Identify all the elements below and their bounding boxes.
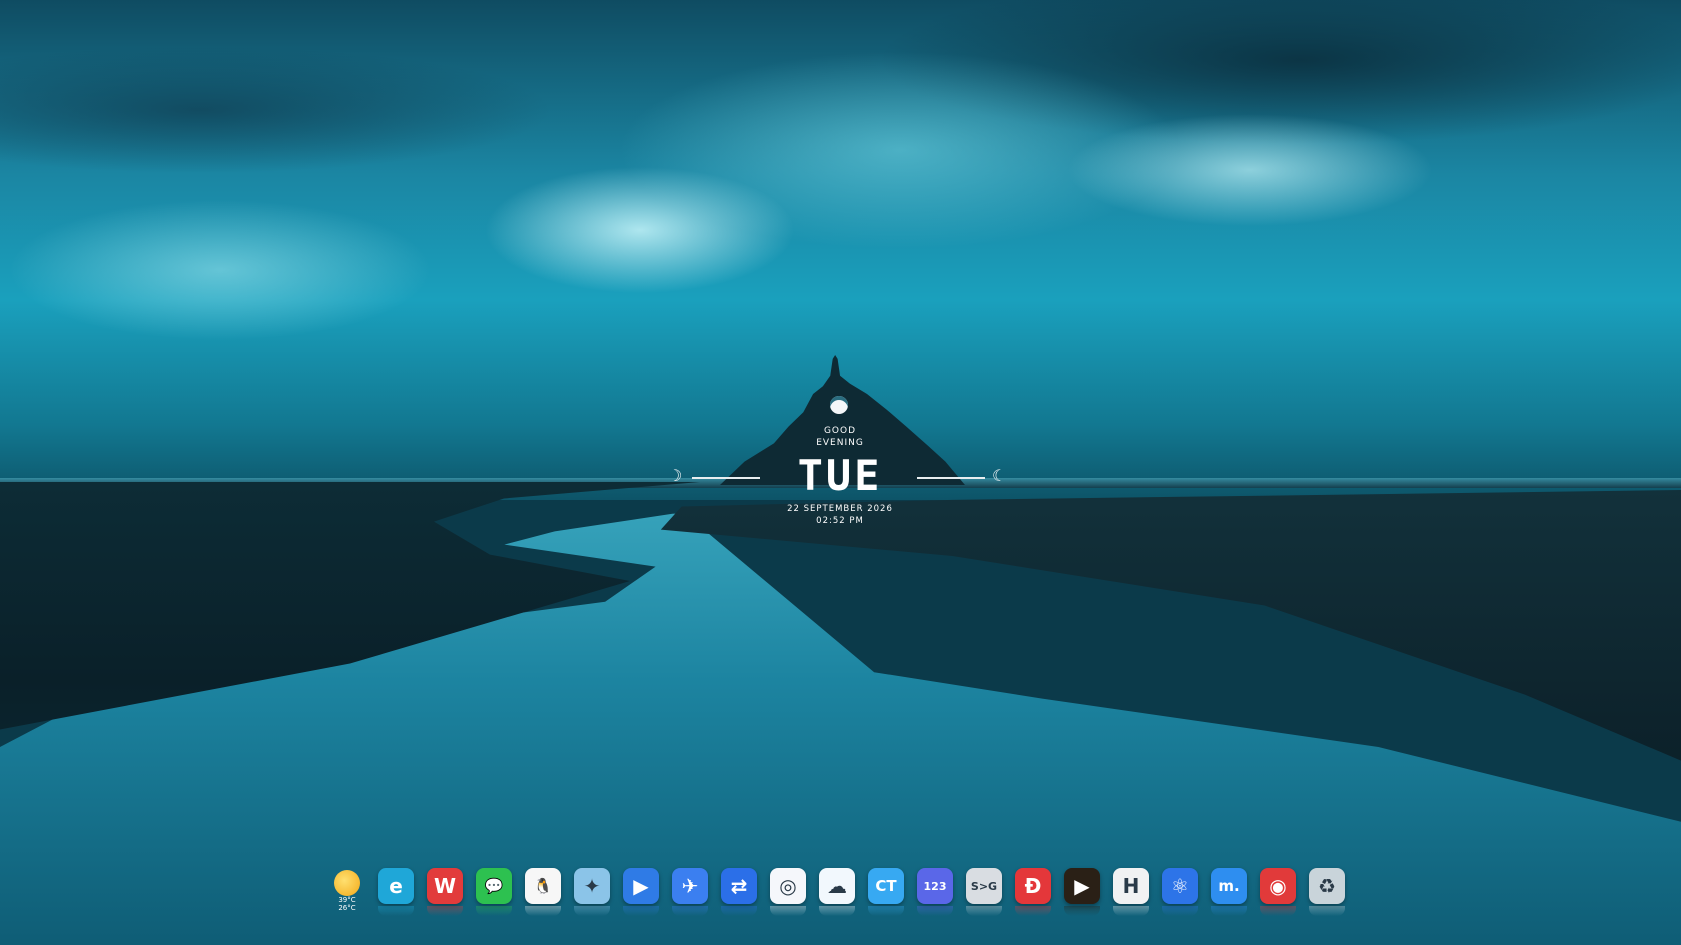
greeting: GOOD EVENING xyxy=(790,425,890,449)
play-circle-icon: ▶ xyxy=(633,874,649,898)
weather-widget[interactable]: 39°C 26°C xyxy=(329,868,365,912)
dock-reflection xyxy=(1064,906,1100,916)
hbuilder-icon: H xyxy=(1122,874,1140,898)
crescent-left-icon: ☽ xyxy=(668,466,683,485)
greeting-line2: EVENING xyxy=(816,438,864,448)
dock-app-transfer[interactable]: ⇄ xyxy=(721,868,757,904)
dock-reflection xyxy=(672,906,708,916)
dock-reflection xyxy=(1260,906,1296,916)
bird-icon: ✈ xyxy=(681,874,699,898)
dock-reflection xyxy=(770,906,806,916)
crescent-right-icon: ☾ xyxy=(992,466,1007,485)
cloud-icon: ☁ xyxy=(827,874,847,898)
day-of-week: TUE xyxy=(797,451,883,500)
camera-icon: ◉ xyxy=(1269,874,1287,898)
dock-reflection xyxy=(1015,906,1051,916)
dock-app-feishu[interactable]: ✈ xyxy=(672,868,708,904)
dock-reflection xyxy=(378,906,414,916)
divider-left xyxy=(692,477,760,479)
dock-app-recycle-bin[interactable]: ♻ xyxy=(1309,868,1345,904)
dock-app-wechat[interactable]: 💬 xyxy=(476,868,512,904)
dock-reflection xyxy=(623,906,659,916)
dock-app-qq[interactable]: 🐧 xyxy=(525,868,561,904)
dock-reflection xyxy=(427,906,463,916)
qq-penguin-icon: 🐧 xyxy=(533,877,553,895)
dock-app-vpn[interactable]: ⚛ xyxy=(1162,868,1198,904)
dock-app-capture[interactable]: ◉ xyxy=(1260,868,1296,904)
edge-icon: e xyxy=(389,874,403,898)
moon-icon xyxy=(830,396,848,414)
wechat-icon: 💬 xyxy=(484,877,504,895)
time-text: 02:52 PM xyxy=(816,516,864,526)
clock-widget: GOOD EVENING ☽ TUE ☾ 22 SEPTEMBER 2026 0… xyxy=(640,390,1040,530)
number-icon: 123 xyxy=(923,879,947,893)
dock-app-ct[interactable]: CT xyxy=(868,868,904,904)
dock-reflection xyxy=(868,906,904,916)
weather-temp-high: 39°C xyxy=(338,896,356,904)
wps-icon: W xyxy=(433,874,457,898)
dock-app-player[interactable]: ▶ xyxy=(623,868,659,904)
dock: 39°C 26°C e W 💬 🐧 ✦ ▶ ✈ ⇄ ◎ ☁ CT 123 S>G Ð ▶ H ⚛ m. ◉ ♻ xyxy=(329,868,1349,918)
dock-reflection xyxy=(1162,906,1198,916)
dock-reflection xyxy=(917,906,953,916)
sun-icon xyxy=(334,870,360,896)
terminal-icon: S>G xyxy=(970,879,998,893)
dock-reflection xyxy=(819,906,855,916)
dock-app-pdf[interactable]: Ð xyxy=(1015,868,1051,904)
dock-reflection xyxy=(476,906,512,916)
transfer-arrows-icon: ⇄ xyxy=(730,874,748,898)
greeting-line1: GOOD xyxy=(823,426,857,436)
dock-app-baidu-netdisk[interactable]: ◎ xyxy=(770,868,806,904)
dock-reflection xyxy=(966,906,1002,916)
cloud-circles-icon: ◎ xyxy=(779,874,797,898)
dock-app-potplayer[interactable]: ▶ xyxy=(1064,868,1100,904)
weather-temp-low: 26°C xyxy=(338,904,356,912)
weather-temperature: 39°C 26°C xyxy=(327,896,367,912)
dock-app-mx[interactable]: m. xyxy=(1211,868,1247,904)
divider-right xyxy=(917,477,985,479)
atom-icon: ⚛ xyxy=(1171,874,1189,898)
mx-icon: m. xyxy=(1218,877,1240,895)
dock-app-cleaner[interactable]: ✦ xyxy=(574,868,610,904)
broom-icon: ✦ xyxy=(583,874,601,898)
dock-app-123pan[interactable]: 123 xyxy=(917,868,953,904)
dock-app-hbuilder[interactable]: H xyxy=(1113,868,1149,904)
dock-reflection xyxy=(1211,906,1247,916)
dock-app-terminal[interactable]: S>G xyxy=(966,868,1002,904)
dock-reflection xyxy=(1309,906,1345,916)
date-text: 22 SEPTEMBER 2026 xyxy=(787,504,893,514)
recycle-bin-icon: ♻ xyxy=(1318,874,1336,898)
dock-app-ali-cloud[interactable]: ☁ xyxy=(819,868,855,904)
dock-app-wps[interactable]: W xyxy=(427,868,463,904)
pdf-icon: Ð xyxy=(1024,874,1042,898)
dock-app-edge[interactable]: e xyxy=(378,868,414,904)
dock-reflection xyxy=(721,906,757,916)
dock-reflection xyxy=(1113,906,1149,916)
dock-reflection xyxy=(574,906,610,916)
ct-icon: CT xyxy=(875,877,897,895)
dock-reflection xyxy=(525,906,561,916)
potplayer-icon: ▶ xyxy=(1074,874,1090,898)
